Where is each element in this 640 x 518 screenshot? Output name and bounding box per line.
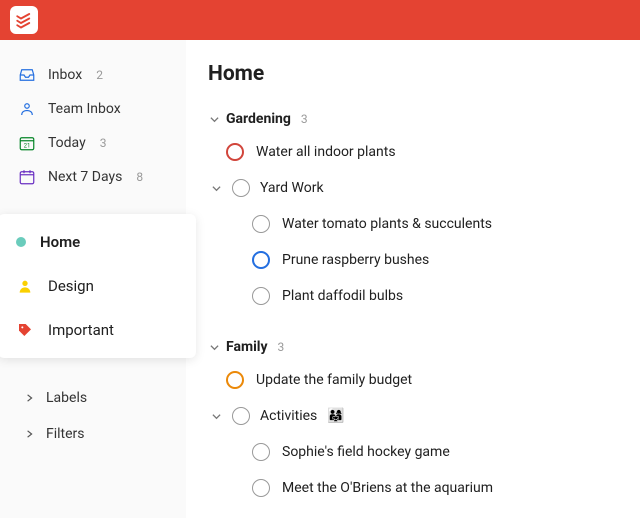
section-family: Family 3 Update the family budget Activi… (208, 332, 640, 506)
top-bar (0, 0, 640, 40)
task-row[interactable]: Meet the O'Briens at the aquarium (208, 470, 640, 506)
task-title: Sophie's field hockey game (282, 444, 450, 460)
task-checkbox[interactable] (252, 251, 270, 269)
app-logo[interactable] (10, 6, 38, 34)
project-label: Home (40, 233, 80, 251)
filter-label: Labels (46, 390, 87, 406)
project-design[interactable]: Design (0, 264, 196, 308)
page-title: Home (208, 62, 640, 86)
task-checkbox[interactable] (232, 179, 250, 197)
sidebar-filters-item[interactable]: Filters (0, 416, 186, 452)
task-row[interactable]: Plant daffodil bulbs (208, 278, 640, 314)
subtask-list: Sophie's field hockey game Meet the O'Br… (208, 434, 640, 506)
task-checkbox[interactable] (252, 479, 270, 497)
person-icon (16, 277, 34, 295)
section-name: Gardening (226, 111, 291, 127)
section-name: Family (226, 339, 268, 355)
main-content: Home Gardening 3 Water all indoor plants… (186, 40, 640, 518)
sidebar: Inbox 2 Team Inbox 21 Today 3 Ne (0, 40, 186, 518)
nav-label: Today (48, 135, 86, 151)
section-count: 3 (278, 340, 285, 354)
family-emoji-icon: 👨‍👩‍👧 (327, 408, 344, 424)
team-inbox-icon (18, 100, 36, 118)
project-color-dot (16, 237, 26, 247)
svg-text:21: 21 (24, 143, 31, 150)
filter-label: Filters (46, 426, 85, 442)
nav-count: 8 (136, 170, 143, 184)
task-row[interactable]: Update the family budget (208, 362, 640, 398)
task-title: Prune raspberry bushes (282, 252, 429, 268)
task-row[interactable]: Water all indoor plants (208, 134, 640, 170)
project-label: Design (48, 277, 94, 295)
project-home[interactable]: Home (0, 220, 196, 264)
nav-team-inbox[interactable]: Team Inbox (0, 92, 186, 126)
task-checkbox[interactable] (232, 407, 250, 425)
nav-label: Next 7 Days (48, 169, 122, 185)
todoist-logo-icon (15, 11, 33, 29)
chevron-down-icon (208, 343, 220, 352)
task-checkbox[interactable] (252, 215, 270, 233)
tag-icon (16, 321, 34, 339)
section-header[interactable]: Family 3 (208, 332, 640, 362)
subsection-name: Yard Work (260, 180, 324, 196)
task-row[interactable]: Prune raspberry bushes (208, 242, 640, 278)
nav-today[interactable]: 21 Today 3 (0, 126, 186, 160)
project-important[interactable]: Important (0, 308, 196, 352)
task-checkbox[interactable] (226, 371, 244, 389)
chevron-right-icon (24, 392, 36, 404)
subsection-name: Activities (260, 408, 317, 424)
subtask-list: Water tomato plants & succulents Prune r… (208, 206, 640, 314)
task-checkbox[interactable] (226, 143, 244, 161)
task-checkbox[interactable] (252, 443, 270, 461)
project-label: Important (48, 321, 114, 339)
chevron-down-icon (210, 412, 222, 421)
nav-count: 3 (100, 136, 107, 150)
inbox-icon (18, 66, 36, 84)
sidebar-filters: Labels Filters (0, 380, 186, 452)
task-checkbox[interactable] (252, 287, 270, 305)
nav-count: 2 (96, 68, 103, 82)
chevron-down-icon (210, 184, 222, 193)
section-header[interactable]: Gardening 3 (208, 104, 640, 134)
chevron-right-icon (24, 428, 36, 440)
task-title: Meet the O'Briens at the aquarium (282, 480, 493, 496)
task-row[interactable]: Sophie's field hockey game (208, 434, 640, 470)
nav-label: Inbox (48, 67, 82, 83)
task-title: Update the family budget (256, 372, 412, 388)
task-title: Water tomato plants & succulents (282, 216, 492, 232)
nav-next-7-days[interactable]: Next 7 Days 8 (0, 160, 186, 194)
task-title: Plant daffodil bulbs (282, 288, 403, 304)
nav-inbox[interactable]: Inbox 2 (0, 58, 186, 92)
calendar-icon (18, 168, 36, 186)
section-count: 3 (301, 112, 308, 126)
subsection-header[interactable]: Activities 👨‍👩‍👧 (208, 398, 640, 434)
subsection-header[interactable]: Yard Work (208, 170, 640, 206)
task-row[interactable]: Water tomato plants & succulents (208, 206, 640, 242)
sidebar-labels[interactable]: Labels (0, 380, 186, 416)
nav-label: Team Inbox (48, 101, 121, 117)
project-list: Home Design Important (0, 214, 196, 358)
today-icon: 21 (18, 134, 36, 152)
nav-list: Inbox 2 Team Inbox 21 Today 3 Ne (0, 58, 186, 194)
section-gardening: Gardening 3 Water all indoor plants Yard… (208, 104, 640, 314)
task-title: Water all indoor plants (256, 144, 396, 160)
chevron-down-icon (208, 115, 220, 124)
